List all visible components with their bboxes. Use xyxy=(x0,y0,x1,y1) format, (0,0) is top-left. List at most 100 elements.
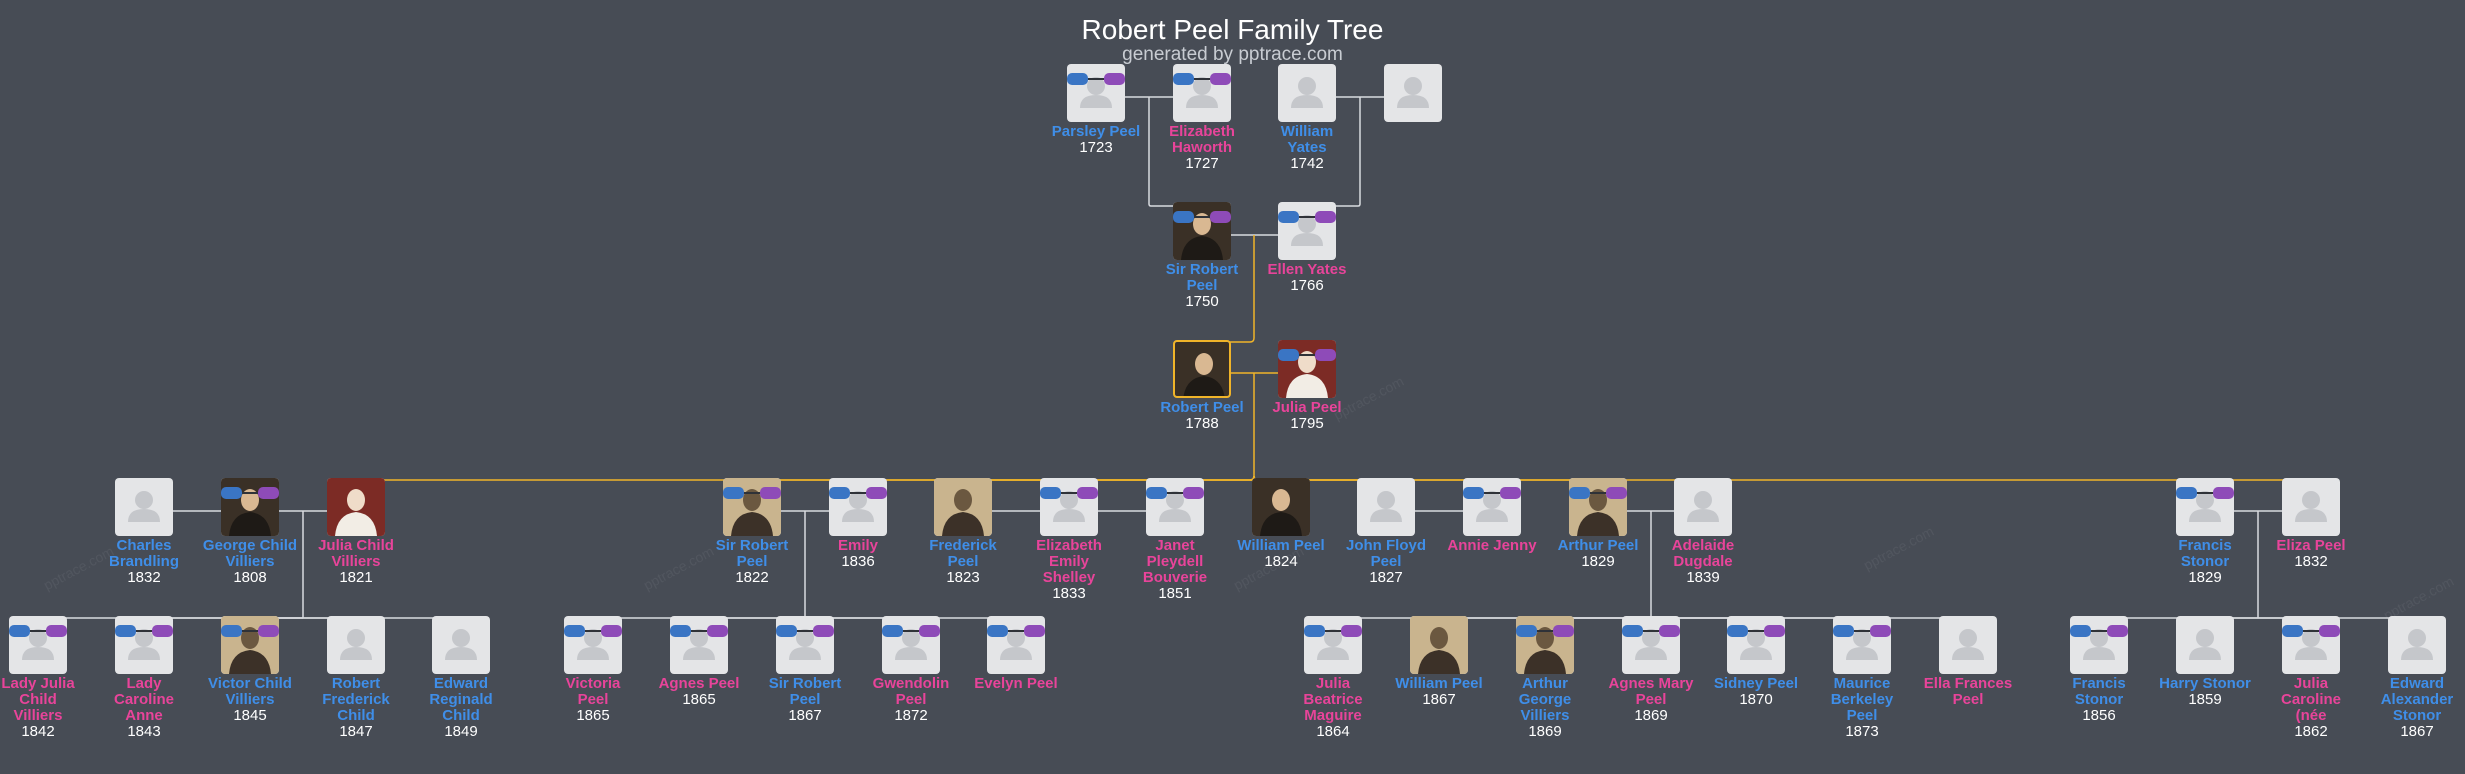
expand-father-button[interactable] xyxy=(2176,487,2197,499)
expand-father-button[interactable] xyxy=(1173,73,1194,85)
person-name[interactable]: William Peel xyxy=(1384,676,1494,692)
person-name[interactable]: Lady Caroline Anne xyxy=(89,676,199,724)
expand-mother-button[interactable] xyxy=(919,625,940,637)
expand-mother-button[interactable] xyxy=(1210,73,1231,85)
person-name[interactable]: Eliza Peel xyxy=(2256,538,2366,554)
expand-father-button[interactable] xyxy=(987,625,1008,637)
person-name[interactable]: Francis Stonor xyxy=(2044,676,2154,708)
expand-mother-button[interactable] xyxy=(1104,73,1125,85)
expand-mother-button[interactable] xyxy=(1553,625,1574,637)
expand-mother-button[interactable] xyxy=(258,625,279,637)
person-name[interactable]: Evelyn Peel xyxy=(961,676,1071,692)
person-name[interactable]: Arthur Peel xyxy=(1543,538,1653,554)
person-name[interactable]: Sir Robert Peel xyxy=(750,676,860,708)
expand-father-button[interactable] xyxy=(1278,349,1299,361)
person-name[interactable]: George Child Villiers xyxy=(195,538,305,570)
expand-mother-button[interactable] xyxy=(760,487,781,499)
person-name[interactable]: Annie Jenny xyxy=(1437,538,1547,554)
expand-father-button[interactable] xyxy=(221,487,242,499)
expand-mother-button[interactable] xyxy=(813,625,834,637)
portrait-photo[interactable] xyxy=(327,478,385,536)
expand-mother-button[interactable] xyxy=(1024,625,1045,637)
expand-mother-button[interactable] xyxy=(1606,487,1627,499)
expand-father-button[interactable] xyxy=(2070,625,2091,637)
expand-father-button[interactable] xyxy=(776,625,797,637)
person-name[interactable]: Victoria Peel xyxy=(538,676,648,708)
expand-mother-button[interactable] xyxy=(1183,487,1204,499)
person-name[interactable]: Adelaide Dugdale xyxy=(1648,538,1758,570)
person-name[interactable]: Janet Pleydell Bouverie xyxy=(1120,538,1230,586)
person-name[interactable]: Harry Stonor xyxy=(2150,676,2260,692)
expand-mother-button[interactable] xyxy=(152,625,173,637)
person-silhouette-icon[interactable] xyxy=(115,478,173,536)
expand-mother-button[interactable] xyxy=(1315,211,1336,223)
expand-father-button[interactable] xyxy=(670,625,691,637)
expand-mother-button[interactable] xyxy=(1659,625,1680,637)
expand-father-button[interactable] xyxy=(115,625,136,637)
person-name[interactable]: Lady Julia Child Villiers xyxy=(0,676,93,724)
expand-father-button[interactable] xyxy=(1569,487,1590,499)
person-name[interactable]: Arthur George Villiers xyxy=(1490,676,1600,724)
person-name[interactable]: Julia Caroline (née xyxy=(2256,676,2366,724)
person-name[interactable]: Edward Alexander Stonor xyxy=(2362,676,2465,724)
expand-father-button[interactable] xyxy=(1040,487,1061,499)
person-name[interactable]: Robert Frederick Child xyxy=(301,676,411,724)
expand-mother-button[interactable] xyxy=(1315,349,1336,361)
expand-father-button[interactable] xyxy=(1622,625,1643,637)
person-silhouette-icon[interactable] xyxy=(2388,616,2446,674)
expand-mother-button[interactable] xyxy=(2213,487,2234,499)
expand-father-button[interactable] xyxy=(2282,625,2303,637)
expand-father-button[interactable] xyxy=(1278,211,1299,223)
portrait-photo[interactable] xyxy=(1252,478,1310,536)
expand-mother-button[interactable] xyxy=(1341,625,1362,637)
expand-father-button[interactable] xyxy=(1516,625,1537,637)
expand-father-button[interactable] xyxy=(1833,625,1854,637)
person-name[interactable]: Edward Reginald Child xyxy=(406,676,516,724)
person-name[interactable]: Victor Child Villiers xyxy=(195,676,305,708)
expand-father-button[interactable] xyxy=(882,625,903,637)
expand-mother-button[interactable] xyxy=(258,487,279,499)
person-silhouette-icon[interactable] xyxy=(1278,64,1336,122)
person-silhouette-icon[interactable] xyxy=(1357,478,1415,536)
expand-father-button[interactable] xyxy=(1727,625,1748,637)
expand-mother-button[interactable] xyxy=(1077,487,1098,499)
expand-father-button[interactable] xyxy=(1463,487,1484,499)
expand-mother-button[interactable] xyxy=(2319,625,2340,637)
person-name[interactable]: Ellen Yates xyxy=(1252,262,1362,278)
person-silhouette-icon[interactable] xyxy=(1674,478,1732,536)
person-silhouette-icon[interactable] xyxy=(1384,64,1442,122)
expand-mother-button[interactable] xyxy=(1210,211,1231,223)
expand-father-button[interactable] xyxy=(1067,73,1088,85)
person-silhouette-icon[interactable] xyxy=(327,616,385,674)
person-name[interactable]: Julia Child Villiers xyxy=(301,538,411,570)
expand-mother-button[interactable] xyxy=(1870,625,1891,637)
expand-mother-button[interactable] xyxy=(46,625,67,637)
person-name[interactable]: Elizabeth Haworth xyxy=(1147,124,1257,156)
expand-father-button[interactable] xyxy=(221,625,242,637)
person-silhouette-icon[interactable] xyxy=(2176,616,2234,674)
portrait-photo[interactable] xyxy=(1173,340,1231,398)
person-name[interactable]: Robert Peel xyxy=(1147,400,1257,416)
expand-mother-button[interactable] xyxy=(866,487,887,499)
person-name[interactable]: Maurice Berkeley Peel xyxy=(1807,676,1917,724)
person-name[interactable]: John Floyd Peel xyxy=(1331,538,1441,570)
person-silhouette-icon[interactable] xyxy=(1939,616,1997,674)
portrait-photo[interactable] xyxy=(1410,616,1468,674)
expand-mother-button[interactable] xyxy=(2107,625,2128,637)
person-name[interactable]: Emily xyxy=(803,538,913,554)
person-silhouette-icon[interactable] xyxy=(432,616,490,674)
person-name[interactable]: Julia Beatrice Maguire xyxy=(1278,676,1388,724)
person-name[interactable]: Elizabeth Emily Shelley xyxy=(1014,538,1124,586)
person-name[interactable]: Parsley Peel xyxy=(1041,124,1151,140)
person-name[interactable]: Ella Frances Peel xyxy=(1913,676,2023,708)
person-name[interactable]: Gwendolin Peel xyxy=(856,676,966,708)
person-name[interactable]: Agnes Mary Peel xyxy=(1596,676,1706,708)
person-name[interactable]: Agnes Peel xyxy=(644,676,754,692)
expand-father-button[interactable] xyxy=(9,625,30,637)
expand-mother-button[interactable] xyxy=(601,625,622,637)
expand-father-button[interactable] xyxy=(723,487,744,499)
expand-father-button[interactable] xyxy=(1173,211,1194,223)
person-name[interactable]: Sidney Peel xyxy=(1701,676,1811,692)
expand-father-button[interactable] xyxy=(829,487,850,499)
expand-mother-button[interactable] xyxy=(1764,625,1785,637)
